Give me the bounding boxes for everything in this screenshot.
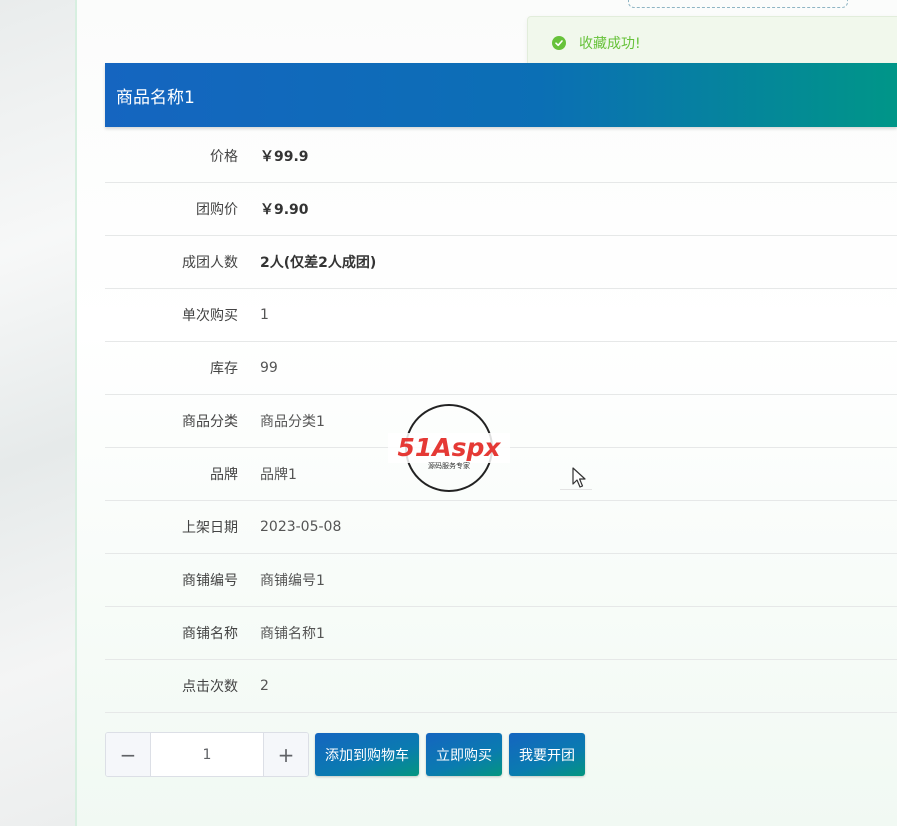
- detail-value: 商品分类1: [260, 414, 325, 430]
- detail-value: 商铺编号1: [260, 573, 325, 589]
- open-group-button[interactable]: 我要开团: [509, 733, 585, 776]
- add-to-cart-button[interactable]: 添加到购物车: [315, 733, 419, 776]
- detail-label: 团购价: [196, 202, 238, 218]
- detail-value: 99: [260, 360, 278, 376]
- watermark-brand: 51Aspx: [397, 433, 501, 462]
- background-left: [0, 0, 76, 826]
- detail-row-shop-id: 商铺编号 商铺编号1: [105, 554, 897, 607]
- quantity-input[interactable]: [151, 733, 263, 776]
- watermark-tagline: 源码服务专家: [428, 461, 470, 470]
- detail-row-shop-name: 商铺名称 商铺名称1: [105, 607, 897, 660]
- detail-label: 库存: [210, 361, 238, 377]
- buy-now-button[interactable]: 立即购买: [426, 733, 502, 776]
- product-title: 商品名称1: [116, 87, 195, 108]
- detail-value: 品牌1: [260, 467, 297, 483]
- detail-row-price: 价格 ￥99.9: [105, 130, 897, 183]
- detail-value: 2人(仅差2人成团): [260, 255, 377, 271]
- detail-label: 单次购买: [182, 308, 238, 324]
- watermark-logo: 51Aspx 源码服务专家: [388, 404, 510, 492]
- mouse-pointer-icon: [572, 467, 586, 488]
- product-header: 商品名称1: [105, 63, 897, 127]
- detail-row-group-size: 成团人数 2人(仅差2人成团): [105, 236, 897, 289]
- detail-row-clicks: 点击次数 2: [105, 660, 897, 713]
- decrement-button[interactable]: −: [106, 733, 151, 776]
- detail-row-single-purchase: 单次购买 1: [105, 289, 897, 342]
- detail-label: 商铺编号: [182, 573, 238, 589]
- success-toast: 收藏成功!: [527, 16, 897, 70]
- detail-value: ￥9.90: [260, 202, 309, 218]
- detail-row-listing-date: 上架日期 2023-05-08: [105, 501, 897, 554]
- detail-row-group-price: 团购价 ￥9.90: [105, 183, 897, 236]
- check-circle-icon: [552, 36, 566, 50]
- detail-value: ￥99.9: [260, 149, 309, 165]
- detail-label: 商铺名称: [182, 626, 238, 642]
- detail-value: 1: [260, 307, 269, 323]
- detail-label: 成团人数: [182, 255, 238, 271]
- purchase-controls: − + 添加到购物车 立即购买 我要开团: [105, 732, 585, 777]
- detail-row-stock: 库存 99: [105, 342, 897, 395]
- detail-label: 商品分类: [182, 414, 238, 430]
- dashed-tab-outline: [628, 0, 848, 8]
- toast-message: 收藏成功!: [579, 36, 641, 52]
- detail-label: 价格: [210, 149, 238, 165]
- detail-value: 2: [260, 678, 269, 694]
- detail-value: 2023-05-08: [260, 519, 342, 535]
- quantity-stepper: − +: [105, 732, 309, 777]
- detail-label: 品牌: [210, 467, 238, 483]
- cursor-underline: [560, 489, 592, 490]
- detail-label: 上架日期: [182, 520, 238, 536]
- detail-value: 商铺名称1: [260, 626, 325, 642]
- increment-button[interactable]: +: [263, 733, 308, 776]
- detail-label: 点击次数: [182, 679, 238, 695]
